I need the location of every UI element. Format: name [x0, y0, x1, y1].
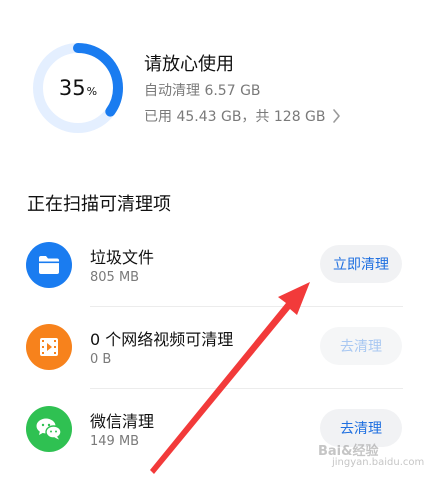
video-icon [26, 324, 72, 370]
item-size: 805 MB [90, 270, 140, 285]
storage-ring: 35% [32, 42, 124, 134]
storage-percent: 35% [32, 42, 124, 134]
item-title: 0 个网络视频可清理 [90, 330, 234, 349]
go-clean-button-disabled[interactable]: 去清理 [320, 327, 402, 365]
storage-usage-text: 已用 45.43 GB，共 128 GB [144, 109, 326, 125]
list-item-junk-files[interactable]: 垃圾文件 805 MB 立即清理 [0, 232, 433, 312]
storage-percent-value: 35 [58, 76, 86, 100]
folder-icon [26, 242, 72, 288]
item-title: 微信清理 [90, 412, 155, 431]
watermark-site: jingyan.baidu.com [332, 457, 425, 468]
wechat-icon [26, 406, 72, 452]
storage-usage-link[interactable]: 已用 45.43 GB，共 128 GB [144, 106, 341, 126]
item-title: 垃圾文件 [90, 248, 155, 267]
list-item-online-videos[interactable]: 0 个网络视频可清理 0 B 去清理 [0, 314, 433, 394]
storage-percent-unit: % [86, 84, 98, 98]
storage-status-title: 请放心使用 [144, 54, 234, 75]
divider [90, 388, 403, 389]
chevron-right-icon [332, 109, 340, 123]
clean-now-button[interactable]: 立即清理 [320, 245, 402, 283]
divider [90, 306, 403, 307]
item-size: 149 MB [90, 434, 140, 449]
item-size: 0 B [90, 352, 112, 367]
section-title: 正在扫描可清理项 [27, 194, 171, 215]
watermark: Bai&经验 jingyan.baidu.com [318, 440, 424, 468]
auto-clean-text: 自动清理 6.57 GB [144, 83, 261, 99]
